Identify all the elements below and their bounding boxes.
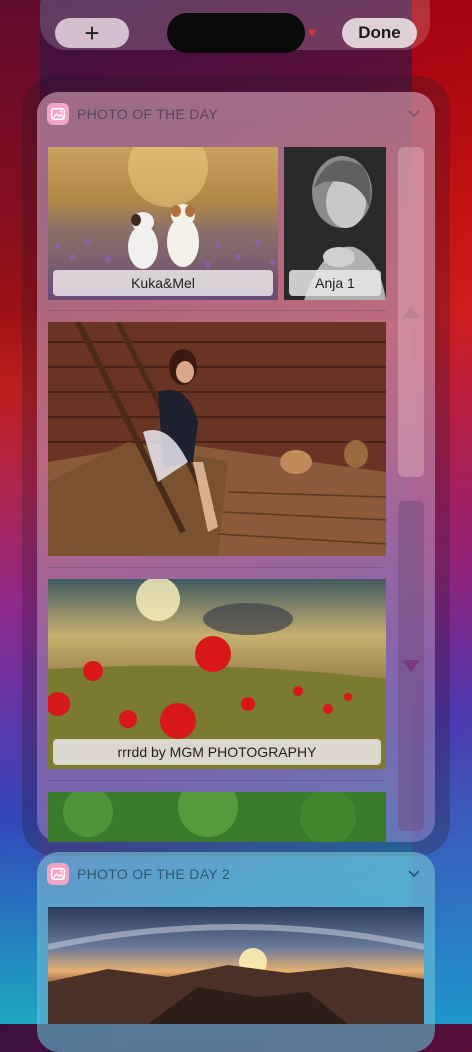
add-widget-button[interactable]: + <box>55 18 129 48</box>
photo-app-icon <box>47 103 69 125</box>
photo-tile-forest[interactable] <box>48 792 386 842</box>
widget-title: PHOTO OF THE DAY <box>77 106 218 122</box>
heart-icon: ♥ <box>308 24 317 40</box>
widget-title: PHOTO OF THE DAY 2 <box>77 866 230 882</box>
edit-toolbar: + ♥ Done <box>0 0 472 60</box>
photo-tile-poppies[interactable]: rrrdd by MGM PHOTOGRAPHY <box>48 579 386 769</box>
done-button[interactable]: Done <box>342 18 417 48</box>
widget-header: PHOTO OF THE DAY 2 <box>47 862 425 886</box>
forest-photo <box>48 792 386 842</box>
mountain-photo <box>48 907 424 1024</box>
triangle-down-icon <box>402 660 420 672</box>
photo-caption: rrrdd by MGM PHOTOGRAPHY <box>53 739 381 765</box>
photo-caption: Anja 1 <box>289 270 381 296</box>
widget-header: PHOTO OF THE DAY <box>47 102 425 126</box>
separator <box>48 310 386 311</box>
scroll-down-button[interactable] <box>398 501 424 831</box>
photo-tile-mountain[interactable] <box>48 907 424 1024</box>
triangle-up-icon <box>402 306 420 318</box>
photo-app-icon <box>47 863 69 885</box>
dynamic-island <box>167 13 305 53</box>
photo-tile-portrait[interactable]: Anja 1 <box>284 147 386 300</box>
photo-caption: Kuka&Mel <box>53 270 273 296</box>
scroll-up-button[interactable] <box>398 147 424 477</box>
photo-tile-barn[interactable] <box>48 322 386 556</box>
photo-tile-dogs[interactable]: Kuka&Mel <box>48 147 278 300</box>
separator <box>48 567 386 568</box>
chevron-down-icon[interactable] <box>407 106 421 124</box>
chevron-down-icon[interactable] <box>407 866 421 884</box>
barn-photo <box>48 322 386 556</box>
separator <box>48 780 386 781</box>
